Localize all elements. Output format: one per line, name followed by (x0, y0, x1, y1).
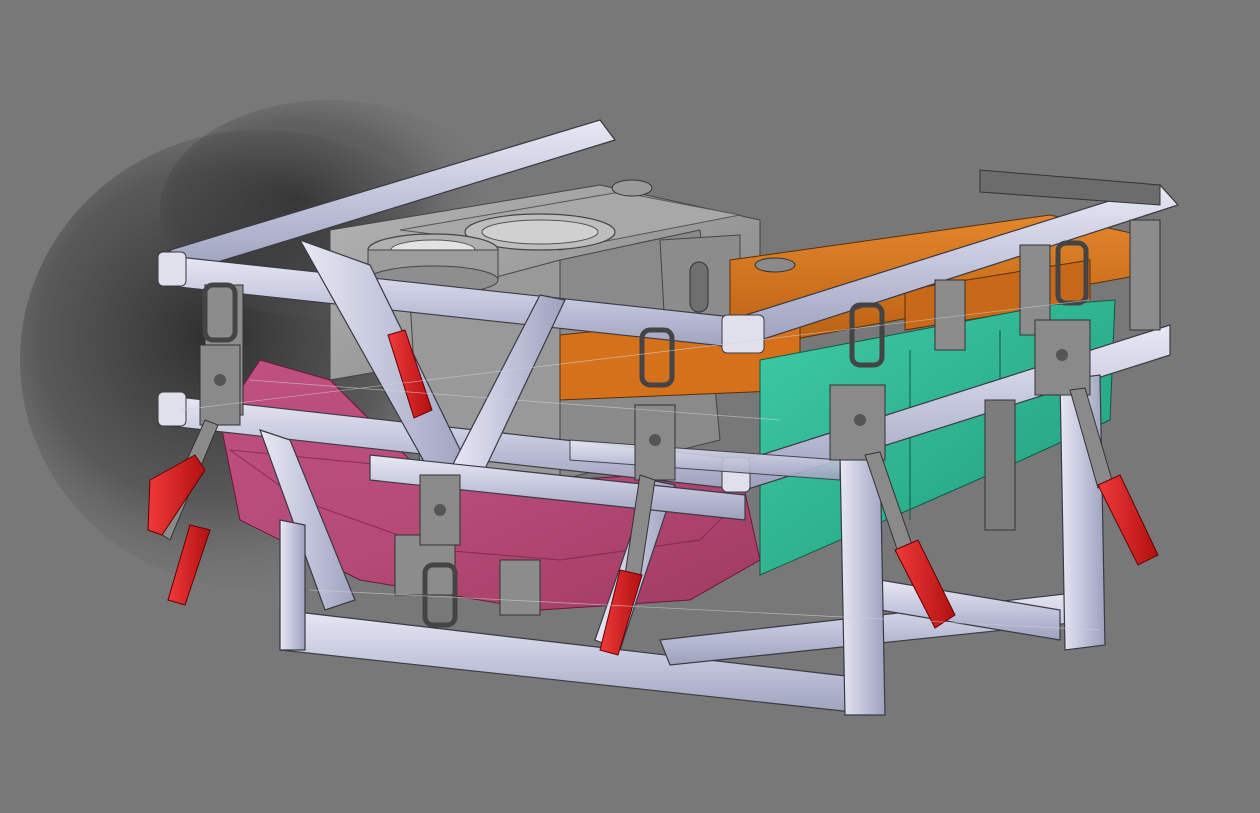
cad-viewport[interactable] (0, 0, 1260, 813)
cad-model-render[interactable] (0, 0, 1260, 813)
